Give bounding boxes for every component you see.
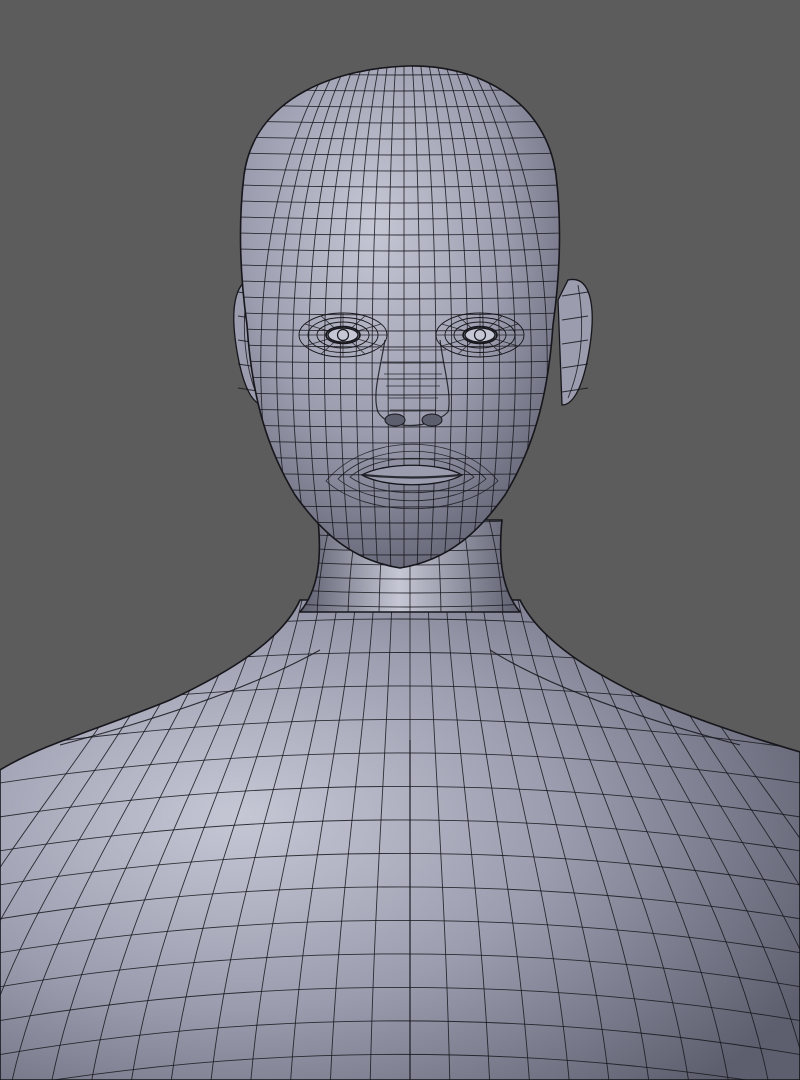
left-eye-loop — [298, 312, 388, 358]
nostril — [421, 413, 443, 427]
eyeball — [464, 327, 496, 343]
nostril — [384, 413, 406, 427]
3d-viewport[interactable] — [0, 0, 800, 1080]
3d-viewport-canvas[interactable] — [0, 0, 800, 1080]
right-eye-loop — [435, 312, 525, 358]
eyeball — [327, 327, 359, 343]
